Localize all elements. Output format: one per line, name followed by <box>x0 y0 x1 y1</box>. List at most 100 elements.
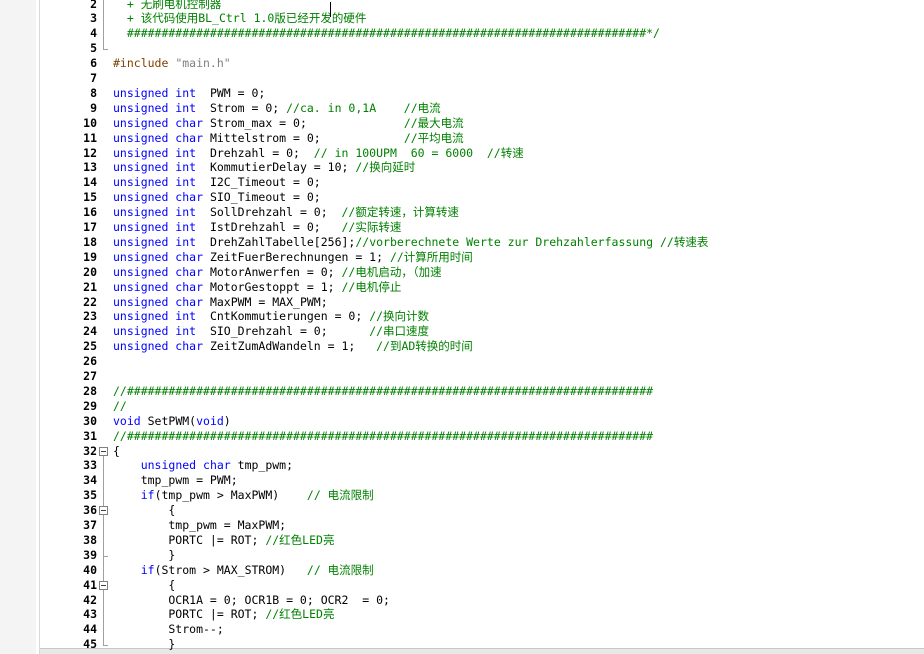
code-line[interactable]: if(tmp_pwm > MaxPWM) // 电流限制 <box>113 488 374 503</box>
code-line[interactable]: { <box>113 578 175 593</box>
line-number: 10 <box>83 115 97 130</box>
code-line[interactable]: unsigned int Drehzahl = 0; // in 100UPM … <box>113 146 524 161</box>
editor-margin-strip <box>0 0 37 654</box>
line-number: 39 <box>83 547 97 562</box>
code-line[interactable]: //######################################… <box>113 384 653 399</box>
text-cursor <box>330 2 331 17</box>
line-number: 19 <box>83 249 97 264</box>
code-line[interactable]: unsigned int PWM = 0; <box>113 86 265 101</box>
code-token-plain: I2C_Timeout = 0; <box>196 175 321 190</box>
code-line[interactable]: #include "main.h" <box>113 56 231 71</box>
code-line[interactable]: } <box>113 637 175 652</box>
code-token-plain: SetPWM( <box>140 413 197 428</box>
code-line[interactable]: unsigned int SIO_Drehzahl = 0; //串口速度 <box>113 324 429 339</box>
code-token-keyword: unsigned int <box>113 309 197 324</box>
code-token-keyword: unsigned int <box>113 100 197 115</box>
fold-toggle-icon[interactable] <box>99 506 108 516</box>
line-number: 20 <box>83 264 97 279</box>
code-line[interactable]: + 该代码使用BL_Ctrl 1.0版已经开发的硬件 <box>113 11 367 26</box>
code-token-comment: // 电流限制 <box>306 488 374 503</box>
code-token-comment: //换向计数 <box>369 309 430 324</box>
code-token-comment: //计算所用时间 <box>389 249 473 264</box>
code-token-plain: (tmp_pwm > MaxPWM) <box>154 488 307 503</box>
code-token-keyword: if <box>140 488 155 503</box>
line-number: 24 <box>83 324 97 339</box>
line-number: 8 <box>90 85 97 100</box>
code-line[interactable]: unsigned int CntKommutierungen = 0; //换向… <box>113 309 429 324</box>
line-number: 44 <box>83 622 97 637</box>
code-line[interactable]: unsigned char MotorAnwerfen = 0; //电机启动，… <box>113 265 442 280</box>
code-token-plain: DrehZahlTabelle[256]; <box>196 234 356 249</box>
code-line[interactable]: //######################################… <box>113 429 653 444</box>
code-line[interactable]: { <box>113 503 175 518</box>
code-line[interactable]: unsigned int Strom = 0; //ca. in 0,1A //… <box>113 101 441 116</box>
code-token-comment: //红色LED亮 <box>265 607 335 622</box>
code-editor[interactable]: 2 + 无刷电机控制器 3 + 该代码使用BL_Ctrl 1.0版已经开发的硬件 4… <box>0 0 924 654</box>
code-line[interactable]: unsigned int SollDrehzahl = 0; //额定转速，计算… <box>113 205 459 220</box>
code-token-comment: //######################################… <box>113 383 654 398</box>
code-token-keyword: unsigned int <box>113 234 197 249</box>
code-token-comment: // 电流限制 <box>306 562 374 577</box>
line-number: 32 <box>83 443 97 458</box>
code-token-keyword: unsigned char <box>113 294 204 309</box>
line-number: 40 <box>83 562 97 577</box>
code-line[interactable]: PORTC |= ROT; //红色LED亮 <box>113 607 334 622</box>
code-line[interactable]: // <box>113 399 127 414</box>
code-line[interactable]: + 无刷电机控制器 <box>113 0 221 11</box>
fold-guide <box>103 515 104 556</box>
code-line[interactable]: unsigned char SIO_Timeout = 0; <box>113 190 321 205</box>
code-line[interactable]: unsigned int KommutierDelay = 10; //换向延时 <box>113 160 415 175</box>
code-line[interactable]: unsigned char MotorGestoppt = 1; //电机停止 <box>113 280 401 295</box>
code-line[interactable]: PORTC |= ROT; //红色LED亮 <box>113 533 334 548</box>
line-number: 4 <box>90 26 97 41</box>
code-line[interactable]: unsigned int IstDrehzahl = 0; //实际转速 <box>113 220 401 235</box>
code-line[interactable]: tmp_pwm = MaxPWM; <box>113 518 286 533</box>
code-token-plain: OCR1A = 0; OCR1B = 0; OCR2 = 0; <box>113 592 390 607</box>
code-token-plain: PORTC |= ROT; <box>113 532 266 547</box>
code-token-plain: { <box>113 503 176 518</box>
code-token-plain: ) <box>223 413 231 428</box>
code-line[interactable]: tmp_pwm = PWM; <box>113 473 238 488</box>
fold-toggle-icon[interactable] <box>99 580 108 590</box>
code-line[interactable]: Strom--; <box>113 622 223 637</box>
line-number: 43 <box>83 607 97 622</box>
fold-guide <box>103 0 104 50</box>
line-number: 13 <box>83 160 97 175</box>
line-number: 5 <box>90 41 97 56</box>
code-token-comment: //电机停止 <box>341 279 402 294</box>
code-token-comment: // <box>113 398 127 413</box>
fold-guide <box>103 589 104 646</box>
code-line[interactable]: unsigned int DrehZahlTabelle[256];//vorb… <box>113 235 708 250</box>
line-number: 28 <box>83 383 97 398</box>
code-line[interactable]: unsigned char Strom_max = 0; //最大电流 <box>113 116 464 131</box>
code-line[interactable]: unsigned char MaxPWM = MAX_PWM; <box>113 295 328 310</box>
code-line[interactable]: unsigned char ZeitZumAdWandeln = 1; //到A… <box>113 339 473 354</box>
code-token-comment: //红色LED亮 <box>265 532 335 547</box>
line-number: 34 <box>83 473 97 488</box>
line-number: 37 <box>83 518 97 532</box>
code-token-keyword: unsigned int <box>113 220 197 234</box>
code-line[interactable]: unsigned char ZeitFuerBerechnungen = 1; … <box>113 250 473 265</box>
code-token-comment: //电机启动，（加速 <box>341 264 442 279</box>
code-token-comment: //到AD转换的时间 <box>376 339 473 354</box>
code-token-comment: ########################################… <box>113 26 660 41</box>
code-line[interactable]: OCR1A = 0; OCR1B = 0; OCR2 = 0; <box>113 593 390 608</box>
code-token-plain: { <box>113 443 120 458</box>
fold-toggle-icon[interactable] <box>99 446 108 456</box>
code-token-comment: // in 100UPM 60 = 6000 //转速 <box>313 145 524 160</box>
code-token-plain: tmp_pwm = MaxPWM; <box>113 518 287 532</box>
code-line[interactable]: } <box>113 548 175 563</box>
line-number: 23 <box>83 309 97 324</box>
code-token-plain: MaxPWM = MAX_PWM; <box>203 294 328 309</box>
code-line[interactable]: unsigned char Mittelstrom = 0; //平均电流 <box>113 131 464 146</box>
code-line[interactable]: void SetPWM(void) <box>113 414 231 429</box>
code-token-plain: IstDrehzahl = 0; <box>196 220 342 234</box>
code-line[interactable]: unsigned char tmp_pwm; <box>113 458 293 473</box>
code-line[interactable]: { <box>113 444 120 459</box>
fold-end-marker <box>103 645 108 647</box>
code-line[interactable]: ########################################… <box>113 26 660 41</box>
code-line[interactable]: unsigned int I2C_Timeout = 0; <box>113 175 321 190</box>
code-line[interactable]: if(Strom > MAX_STROM) // 电流限制 <box>113 563 374 578</box>
code-token-keyword: unsigned char <box>113 190 204 205</box>
